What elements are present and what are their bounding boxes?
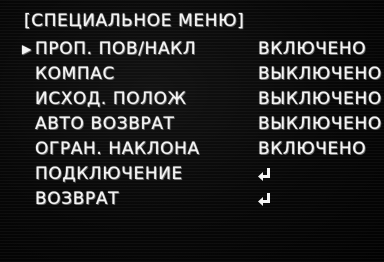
- menu-item-value[interactable]: ВЫКЛЮЧЕНО: [258, 64, 382, 85]
- menu-item-compass[interactable]: КОМПАС ВЫКЛЮЧЕНО: [0, 64, 384, 85]
- menu-item-label: ОГРАН. НАКЛОНА: [35, 139, 200, 159]
- menu-item-label: ПРОП. ПОВ/НАКЛ: [35, 39, 197, 59]
- menu-item-value[interactable]: ВЫКЛЮЧЕНО: [258, 89, 382, 110]
- special-menu: [СПЕЦИАЛЬНОЕ МЕНЮ] ▶ ПРОП. ПОВ/НАКЛ ВКЛЮ…: [0, 0, 384, 262]
- menu-item-value[interactable]: ВКЛЮЧЕНО: [258, 139, 366, 160]
- menu-item-auto-return[interactable]: АВТО ВОЗВРАТ ВЫКЛЮЧЕНО: [0, 114, 384, 135]
- enter-icon[interactable]: [258, 167, 272, 183]
- camera-osd-screen: [СПЕЦИАЛЬНОЕ МЕНЮ] ▶ ПРОП. ПОВ/НАКЛ ВКЛЮ…: [0, 0, 384, 262]
- menu-item-label: ИСХОД. ПОЛОЖ: [35, 89, 187, 109]
- menu-title: [СПЕЦИАЛЬНОЕ МЕНЮ]: [24, 11, 245, 31]
- menu-item-label: ПОДКЛЮЧЕНИЕ: [35, 164, 183, 184]
- menu-item-tilt-limit[interactable]: ОГРАН. НАКЛОНА ВКЛЮЧЕНО: [0, 139, 384, 160]
- menu-item-label: КОМПАС: [35, 64, 116, 84]
- enter-icon[interactable]: [258, 192, 272, 208]
- selection-cursor-icon: ▶: [22, 42, 32, 56]
- menu-item-value[interactable]: ВЫКЛЮЧЕНО: [258, 114, 382, 135]
- menu-item-value[interactable]: ВКЛЮЧЕНО: [258, 39, 366, 60]
- menu-item-label: ВОЗВРАТ: [35, 189, 120, 209]
- menu-item-home-position[interactable]: ИСХОД. ПОЛОЖ ВЫКЛЮЧЕНО: [0, 89, 384, 110]
- menu-item-pan-tilt-proportional[interactable]: ▶ ПРОП. ПОВ/НАКЛ ВКЛЮЧЕНО: [0, 39, 384, 60]
- menu-item-return[interactable]: ВОЗВРАТ: [0, 189, 384, 210]
- menu-item-label: АВТО ВОЗВРАТ: [35, 114, 175, 134]
- menu-item-connection[interactable]: ПОДКЛЮЧЕНИЕ: [0, 164, 384, 185]
